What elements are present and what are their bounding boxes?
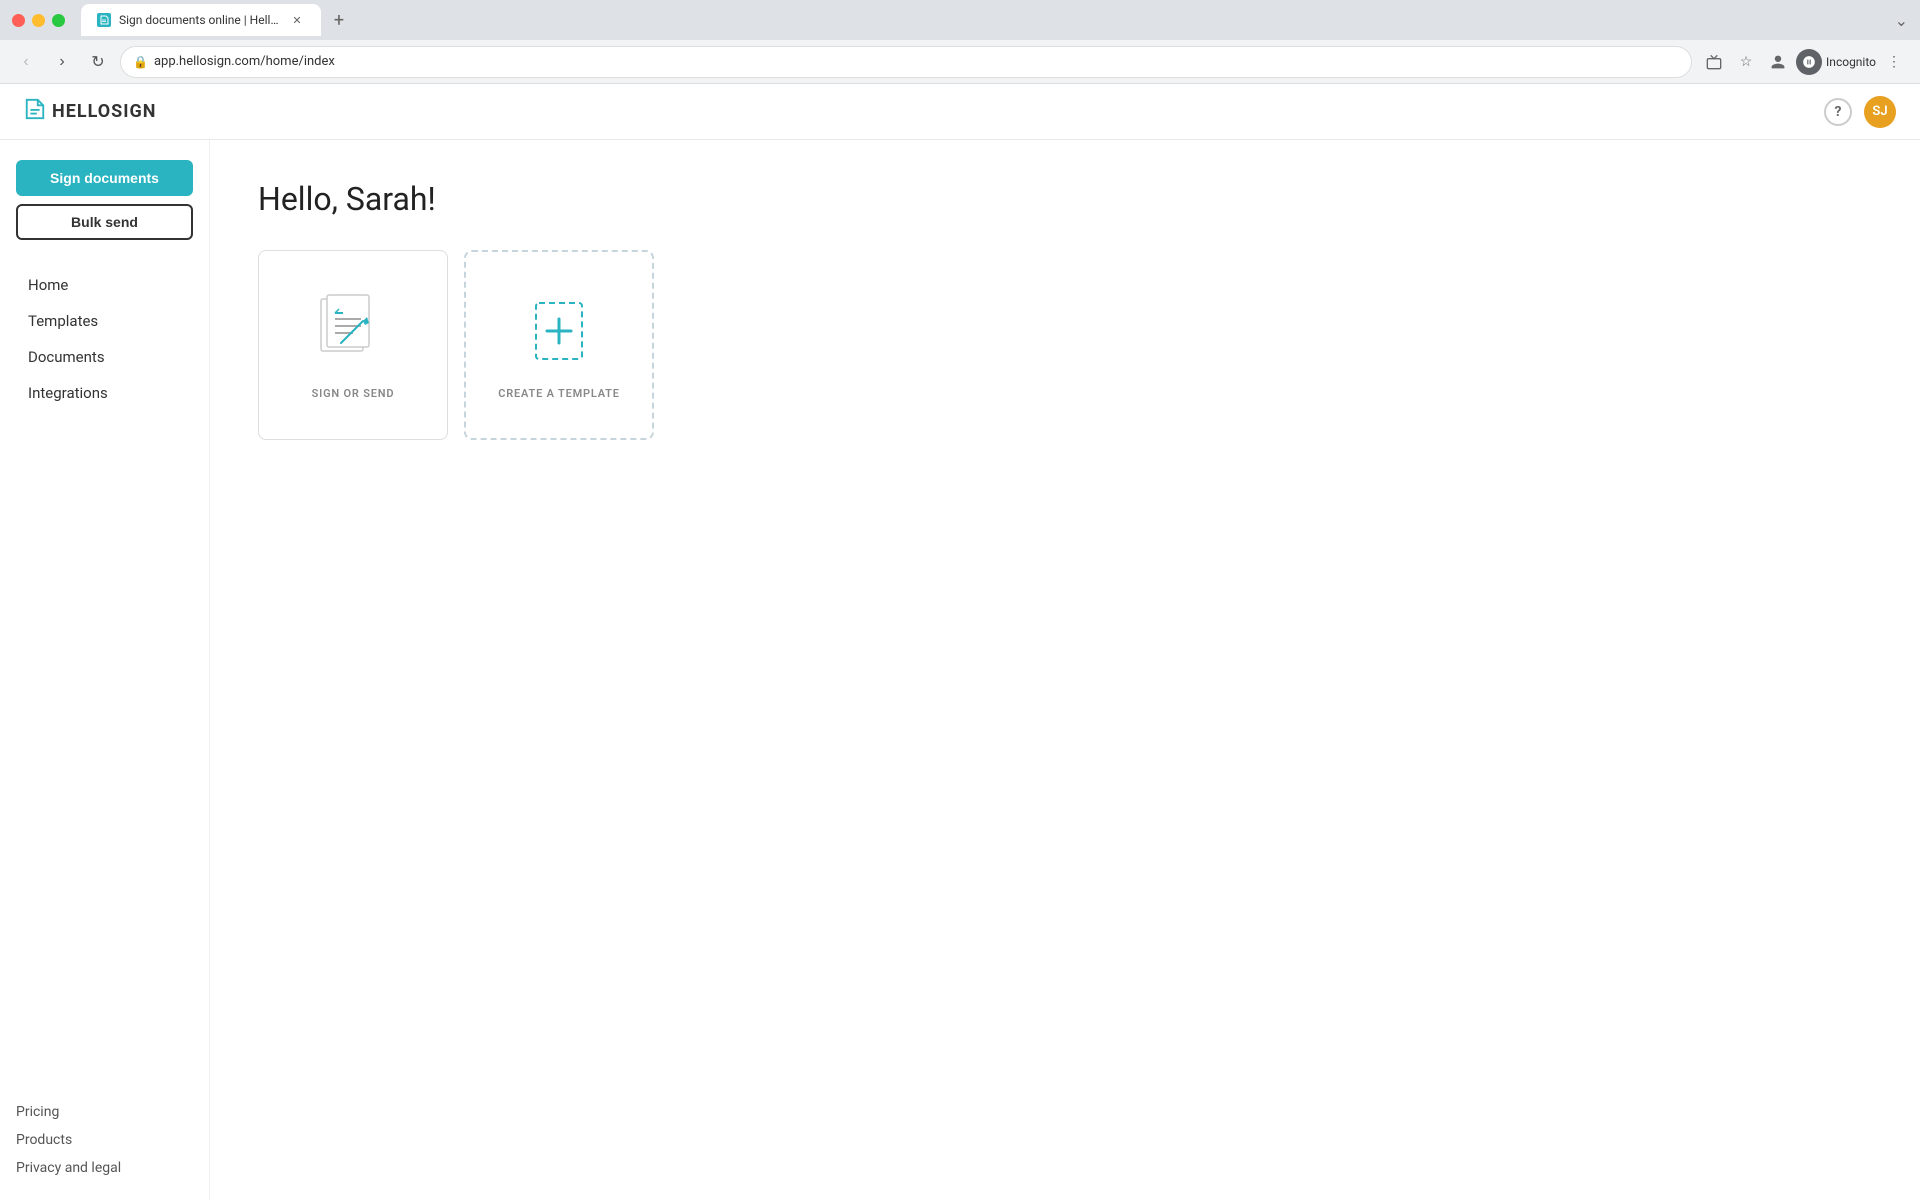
- tab-favicon: [97, 13, 111, 27]
- create-template-icon: [519, 291, 599, 371]
- logo-text: HELLOSIGN: [52, 101, 156, 122]
- incognito-badge: Incognito: [1796, 49, 1876, 75]
- action-cards: SIGN OR SEND CREATE A TEMPLATE: [258, 250, 1872, 440]
- tab-bar: Sign documents online | HelloS... ✕ + ⌄: [81, 4, 1908, 36]
- main-content: Hello, Sarah!: [210, 140, 1920, 1200]
- create-template-card[interactable]: CREATE A TEMPLATE: [464, 250, 654, 440]
- sign-document-icon: [313, 291, 393, 371]
- tab-close-btn[interactable]: ✕: [289, 12, 305, 28]
- sidebar-item-home[interactable]: Home: [16, 268, 193, 302]
- minimize-btn[interactable]: [32, 14, 45, 27]
- close-btn[interactable]: [12, 14, 25, 27]
- sign-or-send-label: SIGN OR SEND: [312, 387, 395, 400]
- sign-or-send-card[interactable]: SIGN OR SEND: [258, 250, 448, 440]
- user-avatar[interactable]: SJ: [1864, 96, 1896, 128]
- logo[interactable]: HELLOSIGN: [24, 98, 156, 125]
- active-tab[interactable]: Sign documents online | HelloS... ✕: [81, 4, 321, 36]
- url-text: app.hellosign.com/home/index: [154, 54, 1679, 69]
- bulk-send-button[interactable]: Bulk send: [16, 204, 193, 240]
- maximize-btn[interactable]: [52, 14, 65, 27]
- sign-documents-button[interactable]: Sign documents: [16, 160, 193, 196]
- header-actions: ? SJ: [1824, 96, 1896, 128]
- app-header: HELLOSIGN ? SJ: [0, 84, 1920, 140]
- tab-menu-btn[interactable]: ⌄: [1895, 11, 1908, 30]
- logo-icon: [24, 98, 46, 125]
- bookmark-icon[interactable]: ☆: [1732, 48, 1760, 76]
- new-tab-btn[interactable]: +: [325, 6, 353, 34]
- create-template-label: CREATE A TEMPLATE: [498, 387, 620, 400]
- menu-btn[interactable]: ⋮: [1880, 48, 1908, 76]
- sidebar-nav: Home Templates Documents Integrations: [16, 268, 193, 410]
- lock-icon: 🔒: [133, 55, 148, 69]
- tab-title: Sign documents online | HelloS...: [119, 13, 281, 27]
- sidebar-item-templates[interactable]: Templates: [16, 304, 193, 338]
- back-btn[interactable]: ‹: [12, 48, 40, 76]
- address-bar[interactable]: 🔒 app.hellosign.com/home/index: [120, 46, 1692, 78]
- incognito-label: Incognito: [1826, 55, 1876, 69]
- sidebar: Sign documents Bulk send Home Templates …: [0, 140, 210, 1200]
- cast-icon[interactable]: [1700, 48, 1728, 76]
- sidebar-item-documents[interactable]: Documents: [16, 340, 193, 374]
- footer-privacy[interactable]: Privacy and legal: [16, 1156, 193, 1180]
- incognito-avatar: [1796, 49, 1822, 75]
- profile-icon[interactable]: [1764, 48, 1792, 76]
- footer-pricing[interactable]: Pricing: [16, 1100, 193, 1124]
- forward-btn[interactable]: ›: [48, 48, 76, 76]
- page-title: Hello, Sarah!: [258, 180, 1872, 218]
- footer-products[interactable]: Products: [16, 1128, 193, 1152]
- toolbar-actions: ☆ Incognito ⋮: [1700, 48, 1908, 76]
- window-controls: [12, 14, 65, 27]
- reload-btn[interactable]: ↻: [84, 48, 112, 76]
- sidebar-item-integrations[interactable]: Integrations: [16, 376, 193, 410]
- help-button[interactable]: ?: [1824, 98, 1852, 126]
- sidebar-footer: Pricing Products Privacy and legal: [16, 1100, 193, 1180]
